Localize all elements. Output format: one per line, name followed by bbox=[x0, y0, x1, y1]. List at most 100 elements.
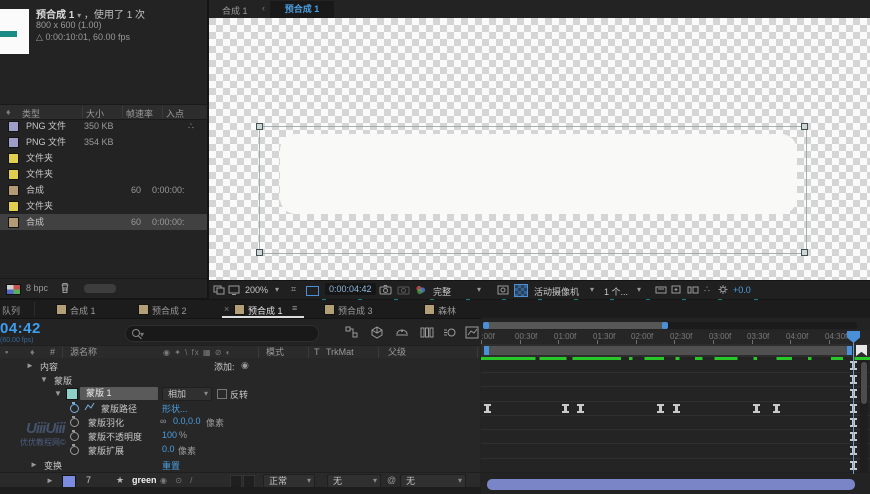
add-menu-icon[interactable]: ◉ bbox=[241, 360, 249, 371]
label-swatch[interactable] bbox=[8, 185, 19, 196]
comp-marker-button[interactable] bbox=[856, 345, 867, 356]
transform-label[interactable]: 变换 bbox=[44, 459, 62, 472]
time-ruler[interactable]: 0:00f 00:30f 01:00f 01:30f 02:00f 02:30f… bbox=[481, 330, 870, 345]
mask-opacity-stopwatch-icon[interactable] bbox=[70, 430, 79, 441]
mask-color-swatch[interactable] bbox=[66, 388, 78, 400]
selection-handle-bl[interactable] bbox=[256, 249, 263, 256]
project-row-folder3[interactable]: 文件夹 bbox=[0, 198, 207, 214]
pixel-grid-icon[interactable]: ⌗ bbox=[291, 284, 296, 295]
view-count-dropdown[interactable]: 1 个... bbox=[604, 285, 628, 298]
resolution-caret-icon[interactable]: ▾ bbox=[477, 285, 481, 294]
mask-path-graph-icon[interactable] bbox=[84, 402, 95, 414]
zoom-caret-icon[interactable]: ▾ bbox=[275, 285, 279, 294]
selection-handle-br[interactable] bbox=[801, 249, 808, 256]
mask-expansion-label[interactable]: 蒙版扩展 bbox=[88, 444, 124, 457]
layer-twirl-icon[interactable]: ► bbox=[46, 476, 54, 485]
tab-menu-icon[interactable]: ≡ bbox=[292, 303, 297, 313]
project-row-png1[interactable]: PNG 文件 350 KB ∴ bbox=[0, 118, 207, 134]
keyframe[interactable] bbox=[562, 404, 569, 413]
resolution-dropdown[interactable]: 完整 bbox=[433, 285, 451, 298]
frame-blending-icon[interactable] bbox=[420, 326, 434, 341]
work-area-bar[interactable] bbox=[484, 346, 852, 355]
exposure-value[interactable]: +0.0 bbox=[733, 285, 751, 295]
keyframe[interactable] bbox=[484, 404, 491, 413]
masks-twirl-icon[interactable]: ▼ bbox=[40, 375, 48, 384]
label-column-icon[interactable]: ♦ bbox=[6, 107, 11, 117]
layer-blend-mode-dropdown[interactable]: 正常 ▾ bbox=[263, 474, 315, 488]
keyframe[interactable] bbox=[657, 404, 664, 413]
transform-twirl-icon[interactable]: ► bbox=[30, 460, 38, 469]
camera-view-dropdown[interactable]: 活动摄像机 bbox=[534, 285, 579, 298]
layer-parent-dropdown[interactable]: 无 ▾ bbox=[400, 474, 466, 488]
mask-expansion-stopwatch-icon[interactable] bbox=[70, 444, 79, 455]
mask-expansion-value[interactable]: 0.0 bbox=[162, 444, 175, 454]
project-row-folder2[interactable]: 文件夹 bbox=[0, 166, 207, 182]
fast-previews-icon[interactable] bbox=[497, 285, 509, 297]
navigator-end-handle[interactable] bbox=[662, 322, 668, 329]
mask-path-label[interactable]: 蒙版路径 bbox=[101, 402, 137, 415]
navigator-start-handle[interactable] bbox=[483, 322, 489, 329]
mask-opacity-label[interactable]: 蒙版不透明度 bbox=[88, 430, 142, 443]
horizontal-scrollbar-thumb[interactable] bbox=[487, 479, 855, 490]
mask-feather-label[interactable]: 蒙版羽化 bbox=[88, 416, 124, 429]
keyframe[interactable] bbox=[673, 404, 680, 413]
tab-precomp1-active[interactable]: 预合成 1 bbox=[270, 1, 334, 18]
transform-reset-link[interactable]: 重置 bbox=[162, 459, 180, 472]
mask-name-field[interactable]: 蒙版 1 bbox=[80, 387, 158, 400]
new-viewer-icon[interactable] bbox=[671, 285, 683, 297]
tab-precomp3[interactable]: 预合成 3 bbox=[338, 304, 373, 317]
tab-forest[interactable]: 森林 bbox=[438, 304, 456, 317]
search-caret-icon[interactable]: ▾ bbox=[140, 330, 144, 339]
mini-flowchart-icon[interactable] bbox=[345, 326, 359, 341]
graph-editor-icon[interactable] bbox=[465, 326, 479, 341]
mask-opacity-value[interactable]: 100 bbox=[162, 430, 177, 440]
region-of-interest-icon[interactable] bbox=[306, 286, 319, 296]
work-area-start-handle[interactable] bbox=[484, 346, 489, 355]
show-channels-rgb-icon[interactable] bbox=[414, 284, 427, 297]
selection-handle-tr[interactable] bbox=[801, 123, 808, 130]
label-swatch[interactable] bbox=[8, 137, 19, 148]
transparency-grid-icon-active[interactable] bbox=[514, 284, 528, 297]
keyframe[interactable] bbox=[577, 404, 584, 413]
contents-twirl-icon[interactable]: ► bbox=[26, 361, 34, 370]
project-row-folder1[interactable]: 文件夹 bbox=[0, 150, 207, 166]
label-swatch[interactable] bbox=[8, 153, 19, 164]
search-input[interactable]: ▾ bbox=[125, 325, 319, 342]
project-row-comp1[interactable]: 合成 60 0:00:00: bbox=[0, 182, 207, 198]
layer-trkmat-dropdown[interactable]: 无 ▾ bbox=[327, 474, 381, 488]
dual-view-icon[interactable] bbox=[213, 285, 225, 297]
mask-feather-stopwatch-icon[interactable] bbox=[70, 416, 79, 427]
mask-mode-dropdown[interactable]: 相加 ▾ bbox=[162, 387, 212, 401]
work-area-end-handle[interactable] bbox=[847, 346, 852, 355]
exposure-gear-icon[interactable] bbox=[717, 284, 729, 297]
project-row-comp-selected[interactable]: 合成 60 0:00:00: bbox=[0, 214, 207, 230]
mask-path-stopwatch-icon[interactable] bbox=[70, 402, 79, 413]
mask1-twirl-icon[interactable]: ▼ bbox=[54, 389, 62, 398]
tab-precomp2[interactable]: 预合成 2 bbox=[152, 304, 187, 317]
track-rows[interactable] bbox=[481, 360, 859, 472]
parent-pickwhip-icon[interactable]: @ bbox=[387, 475, 396, 485]
tab-close-icon[interactable]: × bbox=[224, 304, 229, 314]
masks-group-label[interactable]: 蒙版 bbox=[54, 374, 72, 387]
keyframe[interactable] bbox=[773, 404, 780, 413]
label-swatch[interactable] bbox=[8, 217, 19, 228]
color-depth-icon[interactable] bbox=[6, 284, 21, 295]
layer-name[interactable]: green bbox=[132, 475, 157, 485]
viewer-timecode[interactable]: 0:00:04:42 bbox=[325, 283, 376, 295]
selection-bounding-box[interactable] bbox=[259, 126, 807, 254]
label-swatch[interactable] bbox=[8, 169, 19, 180]
viewer-canvas[interactable] bbox=[209, 18, 870, 339]
monitor-icon[interactable] bbox=[228, 285, 240, 297]
motion-blur-icon[interactable] bbox=[443, 326, 457, 341]
selection-handle-tl[interactable] bbox=[256, 123, 263, 130]
layer-switches-icons[interactable]: ◉ ⊙ / bbox=[160, 476, 195, 485]
share-view-icon[interactable] bbox=[655, 285, 667, 297]
feather-link-icon[interactable]: ∞ bbox=[160, 416, 166, 426]
camera-caret-icon[interactable]: ▾ bbox=[590, 285, 594, 294]
layer-row-green[interactable]: ► 7 ★ green ◉ ⊙ / 正常 ▾ 无 ▾ @ 无 ▾ bbox=[0, 472, 480, 488]
zoom-level-dropdown[interactable]: 200% bbox=[245, 285, 268, 295]
shy-layers-icon[interactable] bbox=[395, 326, 409, 341]
view-count-caret-icon[interactable]: ▾ bbox=[637, 285, 641, 294]
item-name-caret-icon[interactable]: ▾ bbox=[77, 11, 81, 20]
mask-path-value[interactable]: 形状... bbox=[162, 402, 188, 415]
